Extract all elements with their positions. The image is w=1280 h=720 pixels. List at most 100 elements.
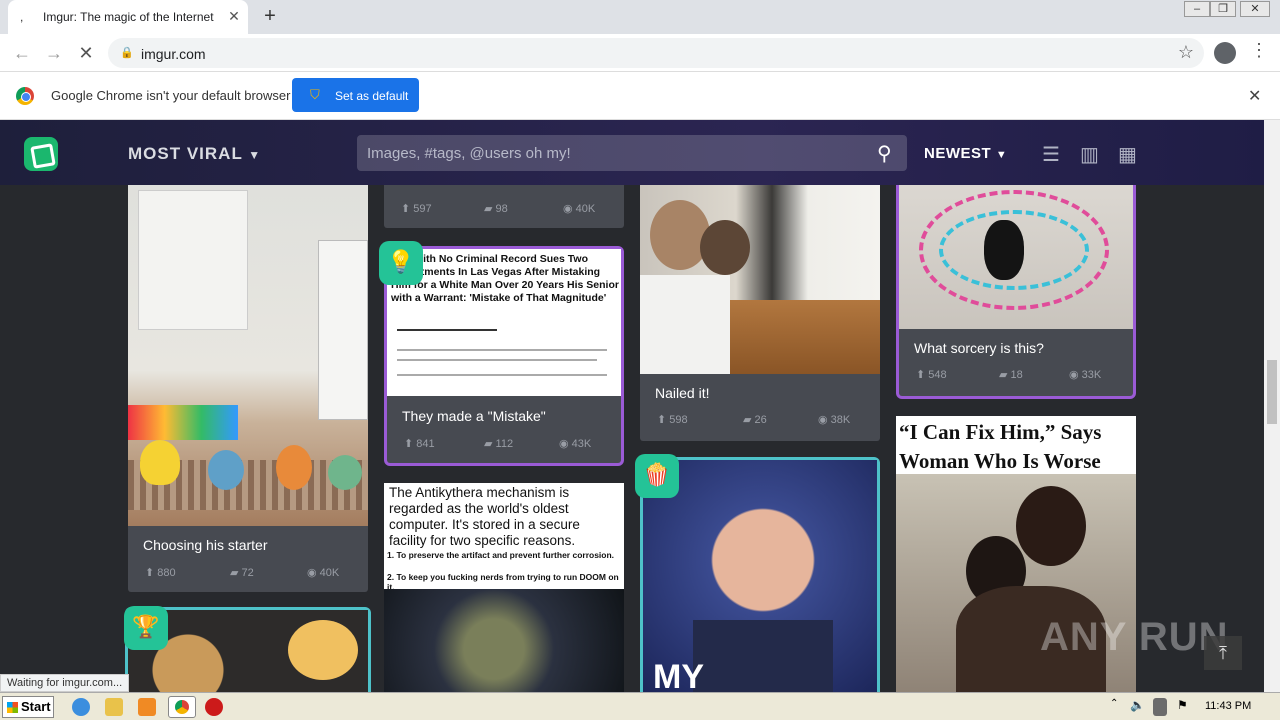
- status-bubble: Waiting for imgur.com...: [0, 674, 130, 692]
- chrome-icon: [175, 700, 189, 714]
- popcorn-badge-icon: 🍿: [635, 454, 679, 498]
- section-dropdown[interactable]: MOST VIRAL ▼: [128, 144, 261, 164]
- browser-toolbar: ← → ✕ 🔒 imgur.com ☆ ⋮: [0, 34, 1280, 72]
- upvote-count: 841: [416, 438, 435, 450]
- infobar-message: Google Chrome isn't your default browser: [51, 88, 291, 103]
- search-input[interactable]: [367, 135, 867, 171]
- media-player-icon[interactable]: [138, 698, 156, 716]
- upvote-count: 880: [157, 567, 176, 579]
- comment-icon: ▰: [484, 438, 493, 450]
- watermark-text: ANY RUN: [1040, 615, 1229, 659]
- folder-icon[interactable]: [105, 698, 123, 716]
- lightbulb-badge-icon: 💡: [379, 241, 423, 285]
- shield-icon: ⛉: [310, 87, 320, 102]
- menu-kebab-icon[interactable]: ⋮: [1250, 40, 1268, 61]
- tab-title: Imgur: The magic of the Internet: [43, 10, 214, 24]
- taskbar-clock: 11:43 PM: [1205, 700, 1252, 712]
- stop-loading-icon[interactable]: ✕: [74, 41, 98, 65]
- default-browser-infobar: Google Chrome isn't your default browser…: [0, 72, 1280, 120]
- windows-taskbar: Start ⌃ 🔈 ⚑ 11:43 PM: [0, 692, 1280, 720]
- start-button[interactable]: Start: [2, 696, 54, 718]
- post-card[interactable]: Nailed it! ⬆ 598 ▰ 26 ◉ 38K: [640, 180, 880, 441]
- image-point: 1. To preserve the artifact and prevent …: [387, 550, 615, 560]
- trophy-badge-icon: 🏆: [124, 606, 168, 650]
- views-icon: ◉: [818, 414, 828, 426]
- caret-down-icon: ▼: [995, 149, 1008, 161]
- bookmark-star-icon[interactable]: ☆: [1178, 42, 1194, 63]
- view-count: 43K: [571, 438, 592, 450]
- opera-icon[interactable]: [205, 698, 223, 716]
- comment-count: 98: [495, 203, 508, 215]
- upvote-icon[interactable]: ⬆: [404, 438, 413, 450]
- views-icon: ◉: [1069, 369, 1079, 381]
- lock-icon: 🔒: [120, 47, 134, 59]
- post-image: [640, 180, 880, 374]
- page-scrollbar[interactable]: [1264, 120, 1280, 692]
- imgur-logo-icon[interactable]: [24, 137, 58, 171]
- maximize-icon[interactable]: ❐: [1210, 1, 1236, 17]
- view-count: 40K: [575, 203, 596, 215]
- ie-icon[interactable]: [72, 698, 90, 716]
- image-text: MY: [653, 658, 704, 692]
- network-icon[interactable]: [1153, 698, 1167, 716]
- scrollbar-thumb[interactable]: [1267, 360, 1277, 424]
- post-image: MY: [643, 460, 877, 692]
- views-icon: ◉: [563, 203, 573, 215]
- post-card[interactable]: Man with No Criminal Record Sues Two Dep…: [387, 249, 621, 463]
- sort-dropdown[interactable]: NEWEST ▼: [924, 145, 1007, 162]
- post-card[interactable]: What sorcery is this? ⬆ 548 ▰ 18 ◉ 33K: [899, 180, 1133, 396]
- upvote-count: 597: [413, 203, 432, 215]
- comment-icon: ▰: [743, 414, 752, 426]
- post-card[interactable]: Choosing his starter ⬆ 880 ▰ 72 ◉ 40K: [128, 180, 368, 592]
- upvote-count: 548: [928, 369, 947, 381]
- set-as-default-button[interactable]: ⛉ Set as default: [292, 78, 419, 112]
- filter-icon[interactable]: ☰: [1042, 142, 1060, 167]
- upvote-count: 598: [669, 414, 688, 426]
- volume-icon[interactable]: 🔈: [1130, 698, 1145, 716]
- chrome-taskbar-button[interactable]: [168, 696, 196, 718]
- flag-icon[interactable]: ⚑: [1177, 698, 1191, 716]
- layout-grid-icon[interactable]: ▦: [1118, 142, 1137, 167]
- comment-icon: ▰: [999, 369, 1008, 381]
- forward-icon[interactable]: →: [42, 41, 66, 65]
- comment-count: 26: [754, 414, 767, 426]
- window-close-icon[interactable]: ✕: [1240, 1, 1270, 17]
- page-viewport: MOST VIRAL ▼ ⚲ NEWEST ▼ ☰ ▥ ▦ Choosing h…: [0, 120, 1264, 692]
- upvote-icon[interactable]: ⬆: [657, 414, 666, 426]
- search-icon[interactable]: ⚲: [877, 141, 892, 166]
- upvote-icon[interactable]: ⬆: [401, 203, 410, 215]
- views-icon: ◉: [559, 438, 569, 450]
- profile-avatar-icon[interactable]: [1214, 42, 1236, 64]
- tray-expand-icon[interactable]: ⌃: [1110, 698, 1122, 716]
- upvote-icon[interactable]: ⬆: [916, 369, 925, 381]
- favicon-icon: ,: [20, 10, 24, 24]
- view-count: 38K: [830, 414, 851, 426]
- infobar-close-icon[interactable]: ✕: [1248, 86, 1261, 106]
- new-tab-icon[interactable]: +: [258, 5, 282, 29]
- back-icon[interactable]: ←: [10, 41, 34, 65]
- post-image: [899, 180, 1133, 329]
- browser-tab[interactable]: , Imgur: The magic of the Internet ✕: [8, 0, 248, 34]
- image-text: The Antikythera mechanism is regarded as…: [389, 485, 580, 548]
- minimize-icon[interactable]: –: [1184, 1, 1210, 17]
- address-bar[interactable]: 🔒 imgur.com ☆: [108, 38, 1204, 68]
- view-count: 40K: [319, 567, 340, 579]
- comment-icon: ▰: [230, 567, 239, 579]
- view-count: 33K: [1081, 369, 1102, 381]
- back-to-top-icon[interactable]: ⤒: [1204, 636, 1242, 670]
- comment-count: 72: [241, 567, 254, 579]
- comment-count: 18: [1010, 369, 1023, 381]
- post-caption: What sorcery is this?: [914, 340, 1044, 356]
- set-as-default-label: Set as default: [335, 89, 409, 103]
- upvote-icon[interactable]: ⬆: [145, 567, 154, 579]
- close-tab-icon[interactable]: ✕: [224, 6, 244, 26]
- image-text: “I Can Fix Him,” Says Woman Who Is Worse: [899, 420, 1102, 473]
- post-image: The Antikythera mechanism is regarded as…: [384, 483, 624, 692]
- post-caption: Nailed it!: [655, 385, 710, 401]
- post-card[interactable]: The Antikythera mechanism is regarded as…: [384, 483, 624, 692]
- post-card[interactable]: MY: [643, 460, 877, 692]
- layout-uniform-icon[interactable]: ▥: [1080, 142, 1099, 167]
- post-card[interactable]: ⬆ 597 ▰ 98 ◉ 40K: [384, 180, 624, 228]
- tab-strip: , Imgur: The magic of the Internet ✕ + –…: [0, 0, 1280, 34]
- search-box: ⚲: [357, 135, 907, 171]
